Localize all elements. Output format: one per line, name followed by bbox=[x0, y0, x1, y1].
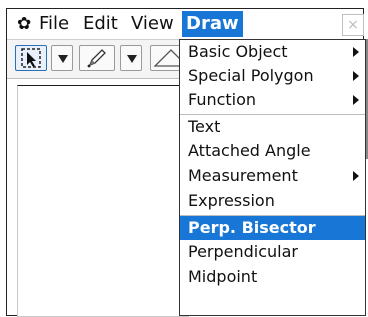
menu-edit[interactable]: Edit bbox=[81, 12, 120, 36]
menu-item-expression[interactable]: Expression bbox=[180, 189, 365, 213]
pencil-icon bbox=[87, 49, 106, 68]
menu-item-perpendicular[interactable]: Perpendicular bbox=[180, 240, 365, 264]
menu-item-label: Basic Object bbox=[188, 42, 288, 61]
menu-view[interactable]: View bbox=[129, 12, 176, 36]
submenu-arrow-icon bbox=[353, 47, 359, 57]
dropdown-triangle-icon bbox=[127, 55, 137, 63]
menu-item-function[interactable]: Function bbox=[180, 88, 365, 112]
menu-draw[interactable]: Draw bbox=[182, 11, 243, 37]
pencil-tool-dropdown[interactable] bbox=[120, 45, 142, 71]
menu-item-text[interactable]: Text bbox=[180, 114, 365, 139]
menu-item-label: Measurement bbox=[188, 166, 298, 185]
dropdown-triangle-icon bbox=[58, 55, 68, 63]
menu-item-special-polygon[interactable]: Special Polygon bbox=[180, 64, 365, 88]
select-tool-dropdown[interactable] bbox=[51, 45, 73, 71]
menu-item-midpoint[interactable]: Midpoint bbox=[180, 265, 365, 289]
menu-item-label: Midpoint bbox=[188, 267, 258, 286]
menu-item-attached-angle[interactable]: Attached Angle bbox=[180, 139, 365, 163]
close-icon[interactable]: × bbox=[342, 14, 364, 36]
menu-item-label: Function bbox=[188, 90, 257, 109]
select-tool-button[interactable] bbox=[15, 45, 47, 71]
geometry-canvas[interactable] bbox=[17, 85, 189, 317]
submenu-arrow-icon bbox=[353, 71, 359, 81]
submenu-arrow-icon bbox=[353, 171, 359, 181]
menu-item-label: Perp. Bisector bbox=[188, 218, 316, 237]
draw-menu: Basic Object Special Polygon Function Te… bbox=[179, 39, 366, 316]
menu-item-label: Text bbox=[188, 117, 221, 136]
menu-item-perp-bisector[interactable]: Perp. Bisector bbox=[180, 215, 365, 240]
pencil-tool-button[interactable] bbox=[79, 45, 115, 71]
menu-item-label: Special Polygon bbox=[188, 66, 314, 85]
select-arrow-icon bbox=[21, 48, 41, 68]
menu-bar: ✿ File Edit View Draw × bbox=[7, 9, 364, 40]
gear-icon[interactable]: ✿ bbox=[15, 12, 33, 36]
submenu-arrow-icon bbox=[353, 95, 359, 105]
menu-item-label: Perpendicular bbox=[188, 242, 299, 261]
menu-item-basic-object[interactable]: Basic Object bbox=[180, 40, 365, 64]
menu-item-label: Expression bbox=[188, 191, 275, 210]
menu-item-measurement[interactable]: Measurement bbox=[180, 164, 365, 188]
menu-file[interactable]: File bbox=[37, 12, 71, 36]
menu-item-label: Attached Angle bbox=[188, 141, 311, 160]
